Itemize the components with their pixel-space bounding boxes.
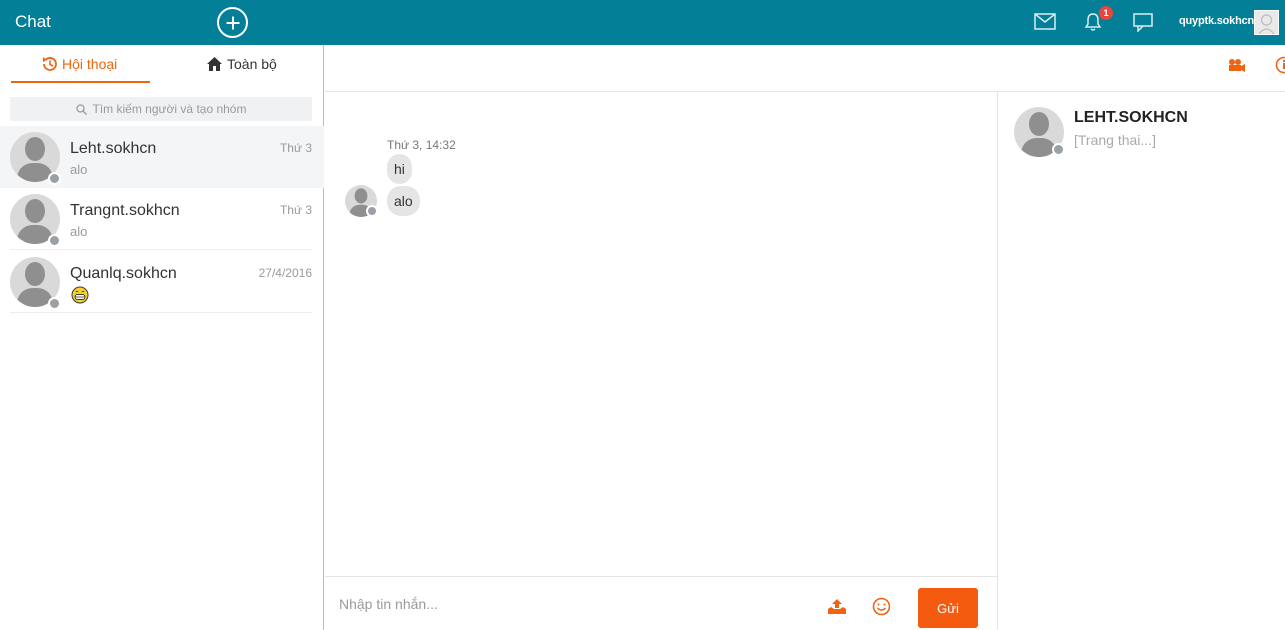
tab-recent-label: Hội thoại — [62, 56, 118, 72]
message-list: Thứ 3, 14:32 hi alo — [325, 92, 998, 576]
info-icon[interactable] — [1275, 56, 1285, 74]
user-avatar[interactable] — [1254, 10, 1279, 35]
conversation-preview: alo — [70, 224, 88, 239]
home-icon — [207, 57, 222, 71]
conversation-time: Thứ 3 — [279, 203, 312, 217]
mail-icon[interactable] — [1034, 13, 1056, 30]
active-tab-indicator — [11, 81, 150, 83]
offline-status-icon — [366, 205, 378, 217]
message-composer: Gửi — [325, 576, 998, 630]
conversation-item[interactable]: Trangnt.sokhcn alo Thứ 3 — [0, 188, 324, 250]
profile-status[interactable]: [Trang thai...] — [1074, 132, 1156, 148]
history-icon — [43, 57, 57, 71]
conversation-name: Trangnt.sokhcn — [70, 202, 180, 219]
messages-icon[interactable] — [1133, 13, 1153, 32]
profile-name: LEHT.SOKHCN — [1074, 109, 1188, 126]
offline-status-icon — [48, 234, 61, 247]
message-bubble: alo — [387, 186, 420, 216]
conversation-preview: alo — [70, 162, 88, 177]
conversation-time: Thứ 3 — [279, 141, 312, 155]
user-placeholder-icon — [1258, 14, 1275, 35]
conversation-sidebar: Hội thoại Toàn bộ Tìm kiếm người và tạo … — [0, 45, 324, 630]
tab-all-label: Toàn bộ — [227, 56, 277, 72]
search-icon — [75, 103, 87, 115]
chat-panel: Thứ 3, 14:32 hi alo Gửi — [325, 45, 1285, 630]
emoji-icon[interactable] — [872, 597, 891, 616]
username[interactable]: quyptk.sokhcn — [1179, 15, 1254, 27]
offline-status-icon — [48, 172, 61, 185]
conversation-time: 27/4/2016 — [258, 266, 312, 280]
conversation-name: Quanlq.sokhcn — [70, 265, 177, 282]
conversation-item[interactable]: Leht.sokhcn alo Thứ 3 — [0, 126, 324, 188]
upload-icon[interactable] — [827, 598, 847, 615]
video-call-icon[interactable] — [1228, 58, 1246, 72]
message-timestamp: Thứ 3, 14:32 — [387, 138, 456, 152]
offline-status-icon — [48, 297, 61, 310]
chat-header — [325, 45, 1285, 92]
conversation-item[interactable]: Quanlq.sokhcn 27/4/2016 — [0, 251, 324, 313]
contact-profile-panel: LEHT.SOKHCN [Trang thai...] — [999, 92, 1285, 630]
divider — [10, 312, 312, 313]
divider — [10, 249, 312, 250]
top-bar: Chat 1 quyptk.sokhcn — [0, 0, 1285, 45]
conversation-name: Leht.sokhcn — [70, 140, 157, 157]
send-button[interactable]: Gửi — [918, 588, 978, 628]
app-title: Chat — [15, 12, 51, 31]
message-bubble: hi — [387, 154, 412, 184]
notification-badge: 1 — [1099, 6, 1113, 20]
grinning-emoji-icon — [71, 286, 89, 304]
message-input[interactable] — [339, 593, 799, 615]
search-placeholder: Tìm kiếm người và tạo nhóm — [92, 102, 247, 116]
tab-all-contacts[interactable]: Toàn bộ — [206, 56, 277, 72]
offline-status-icon — [1052, 143, 1065, 156]
new-chat-button[interactable] — [217, 7, 248, 38]
search-input[interactable]: Tìm kiếm người và tạo nhóm — [10, 97, 312, 121]
tab-recent-conversations[interactable]: Hội thoại — [41, 56, 117, 72]
